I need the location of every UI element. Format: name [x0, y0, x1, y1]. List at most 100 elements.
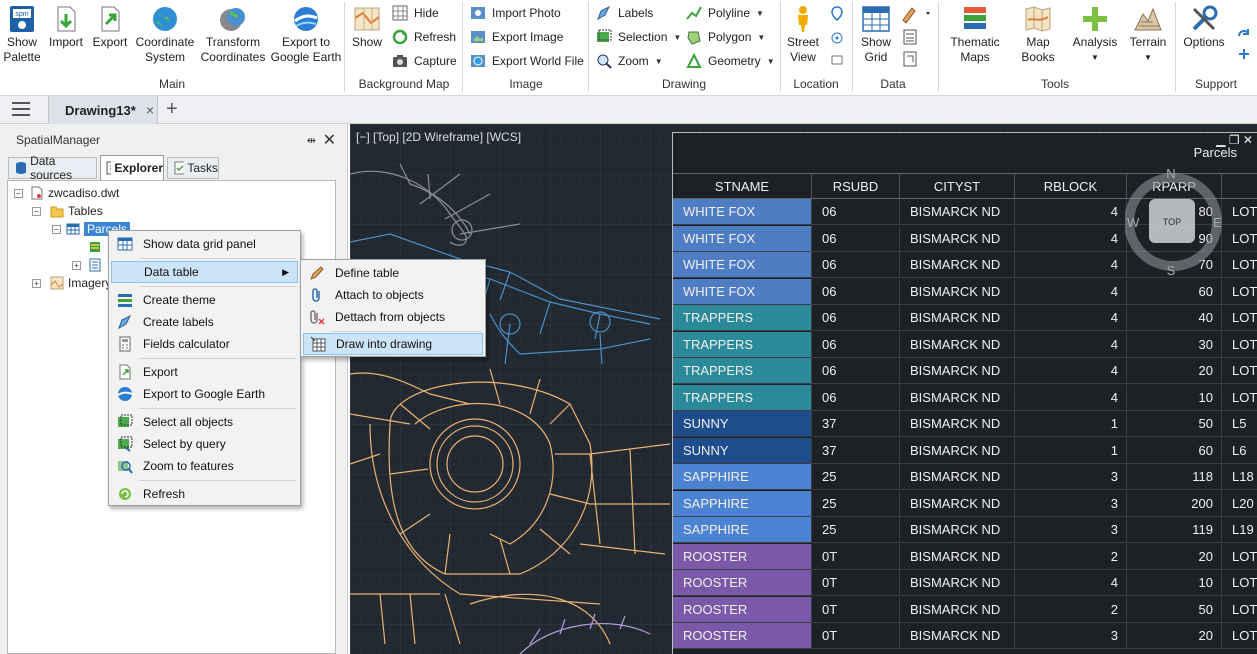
table-row[interactable]: SUNNY 37 BISMARCK ND 1 50 L5: [673, 411, 1257, 437]
menu-fields-calculator[interactable]: Fields calculator: [111, 333, 298, 355]
collapse-toggle-icon[interactable]: −: [32, 207, 41, 216]
table-cell[interactable]: 118: [1127, 464, 1222, 490]
table-cell[interactable]: BISMARCK ND: [900, 252, 1015, 278]
table-cell[interactable]: 0T: [812, 623, 900, 649]
table-cell[interactable]: LOT 1: [1222, 570, 1257, 596]
table-cell[interactable]: L6: [1222, 438, 1257, 464]
close-tab-icon[interactable]: ×: [146, 102, 154, 118]
pin-icon[interactable]: ⇹: [307, 134, 316, 147]
compass-n-label[interactable]: N: [1166, 167, 1175, 181]
polyline-button[interactable]: Polyline ▼: [686, 3, 764, 23]
table-cell[interactable]: SUNNY: [673, 411, 812, 437]
background-show-button[interactable]: Show: [348, 4, 386, 50]
hide-button[interactable]: Hide: [392, 3, 439, 23]
table-cell[interactable]: WHITE FOX: [673, 278, 812, 305]
table-cell[interactable]: LOT 4: [1222, 305, 1257, 331]
table-cell[interactable]: BISMARCK ND: [900, 437, 1015, 464]
table-cell[interactable]: LOT 6: [1222, 279, 1257, 305]
table-cell[interactable]: BISMARCK ND: [900, 199, 1015, 225]
table-cell[interactable]: BISMARCK ND: [900, 411, 1015, 437]
table-cell[interactable]: SAPPHIRE: [673, 490, 812, 517]
table-cell[interactable]: 25: [812, 464, 900, 490]
expand-toggle-icon[interactable]: +: [32, 279, 41, 288]
viewport-caption[interactable]: [−] [Top] [2D Wireframe] [WCS]: [356, 130, 521, 144]
submenu-draw-into-drawing[interactable]: Draw into drawing: [303, 333, 483, 355]
tab-drawing13[interactable]: Drawing13* ×: [48, 96, 158, 124]
table-cell[interactable]: LOT 3: [1222, 332, 1257, 358]
transform-coordinates-button[interactable]: Transform Coordinates: [198, 4, 268, 65]
tab-explorer[interactable]: Explorer: [100, 155, 164, 180]
tree-node-tables[interactable]: Tables: [50, 203, 103, 219]
menu-refresh[interactable]: Refresh: [111, 483, 298, 505]
table-cell[interactable]: WHITE FOX: [673, 225, 812, 252]
table-cell[interactable]: L5: [1222, 411, 1257, 437]
table-cell[interactable]: 50: [1127, 596, 1222, 623]
table-cell[interactable]: BISMARCK ND: [900, 225, 1015, 252]
menu-create-theme[interactable]: Create theme: [111, 289, 298, 311]
table-cell[interactable]: TRAPPERS: [673, 358, 812, 384]
table-row[interactable]: SAPPHIRE 25 BISMARCK ND 3 118 L18: [673, 464, 1257, 490]
table-cell[interactable]: 1: [1015, 411, 1127, 437]
tree-node-schema[interactable]: [88, 257, 106, 273]
menu-export[interactable]: Export: [111, 361, 298, 383]
table-cell[interactable]: TRAPPERS: [673, 331, 812, 358]
table-cell[interactable]: SAPPHIRE: [673, 464, 812, 490]
export-google-earth-button[interactable]: Export to Google Earth: [268, 4, 344, 65]
table-cell[interactable]: 200: [1127, 490, 1222, 517]
table-row[interactable]: TRAPPERS06BISMARCK ND440LOT 4: [673, 305, 1257, 331]
table-cell[interactable]: 4: [1015, 331, 1127, 358]
table-cell[interactable]: BISMARCK ND: [900, 464, 1015, 490]
table-cell[interactable]: TRAPPERS: [673, 305, 812, 331]
table-cell[interactable]: 06: [812, 358, 900, 384]
zoom-button[interactable]: Zoom ▼: [596, 51, 663, 71]
table-cell[interactable]: 06: [812, 278, 900, 305]
table-cell[interactable]: BISMARCK ND: [900, 543, 1015, 570]
table-cell[interactable]: ROOSTER: [673, 623, 812, 649]
table-cell[interactable]: BISMARCK ND: [900, 570, 1015, 596]
tab-tasks[interactable]: Tasks: [167, 157, 219, 179]
table-row[interactable]: ROOSTER0TBISMARCK ND320LOT 2: [673, 623, 1257, 649]
thematic-maps-button[interactable]: Thematic Maps: [944, 4, 1006, 65]
table-cell[interactable]: BISMARCK ND: [900, 358, 1015, 384]
table-cell[interactable]: 20: [1127, 623, 1222, 649]
table-cell[interactable]: 06: [812, 384, 900, 411]
table-cell[interactable]: 4: [1015, 305, 1127, 331]
import-button[interactable]: Import: [46, 4, 86, 50]
table-row[interactable]: WHITE FOX06BISMARCK ND460LOT 6: [673, 278, 1257, 305]
polygon-button[interactable]: Polygon ▼: [686, 27, 765, 47]
tree-node-root[interactable]: zwcadiso.dwt: [30, 185, 119, 201]
table-cell[interactable]: 4: [1015, 384, 1127, 411]
table-cell[interactable]: ROOSTER: [673, 543, 812, 570]
table-row[interactable]: SAPPHIRE 25 BISMARCK ND 3 200 L20: [673, 490, 1257, 517]
table-cell[interactable]: 25: [812, 490, 900, 517]
table-row[interactable]: TRAPPERS06BISMARCK ND430LOT 3: [673, 331, 1257, 358]
table-cell[interactable]: 119: [1127, 517, 1222, 543]
table-cell[interactable]: L20: [1222, 491, 1257, 517]
table-cell[interactable]: 2: [1015, 543, 1127, 570]
table-cell[interactable]: BISMARCK ND: [900, 278, 1015, 305]
table-cell[interactable]: 40: [1127, 305, 1222, 331]
table-cell[interactable]: BISMARCK ND: [900, 517, 1015, 543]
table-cell[interactable]: 4: [1015, 252, 1127, 278]
menu-data-table[interactable]: Data table ▶: [111, 261, 298, 283]
table-cell[interactable]: 0T: [812, 596, 900, 623]
collapse-toggle-icon[interactable]: −: [52, 225, 61, 234]
tree-node-imagery[interactable]: Imagery: [50, 275, 111, 291]
table-cell[interactable]: 25: [812, 517, 900, 543]
compass-s-label[interactable]: S: [1167, 263, 1176, 277]
street-view-button[interactable]: Street View: [783, 4, 823, 65]
collapse-toggle-icon[interactable]: −: [14, 189, 23, 198]
compass-e-label[interactable]: E: [1213, 215, 1222, 230]
table-row[interactable]: SUNNY 37 BISMARCK ND 1 60 L6: [673, 437, 1257, 464]
table-cell[interactable]: 60: [1127, 437, 1222, 464]
table-cell[interactable]: 06: [812, 225, 900, 252]
table-cell[interactable]: 10: [1127, 570, 1222, 596]
tree-node-fields[interactable]: [88, 239, 106, 255]
table-cell[interactable]: 3: [1015, 623, 1127, 649]
capture-button[interactable]: Capture: [392, 51, 457, 71]
table-cell[interactable]: 4: [1015, 278, 1127, 305]
options-button[interactable]: Options: [1180, 4, 1228, 50]
close-panel-icon[interactable]: ✕: [323, 130, 336, 150]
grid-column-header[interactable]: STNAME: [673, 173, 812, 199]
table-cell[interactable]: 4: [1015, 358, 1127, 384]
